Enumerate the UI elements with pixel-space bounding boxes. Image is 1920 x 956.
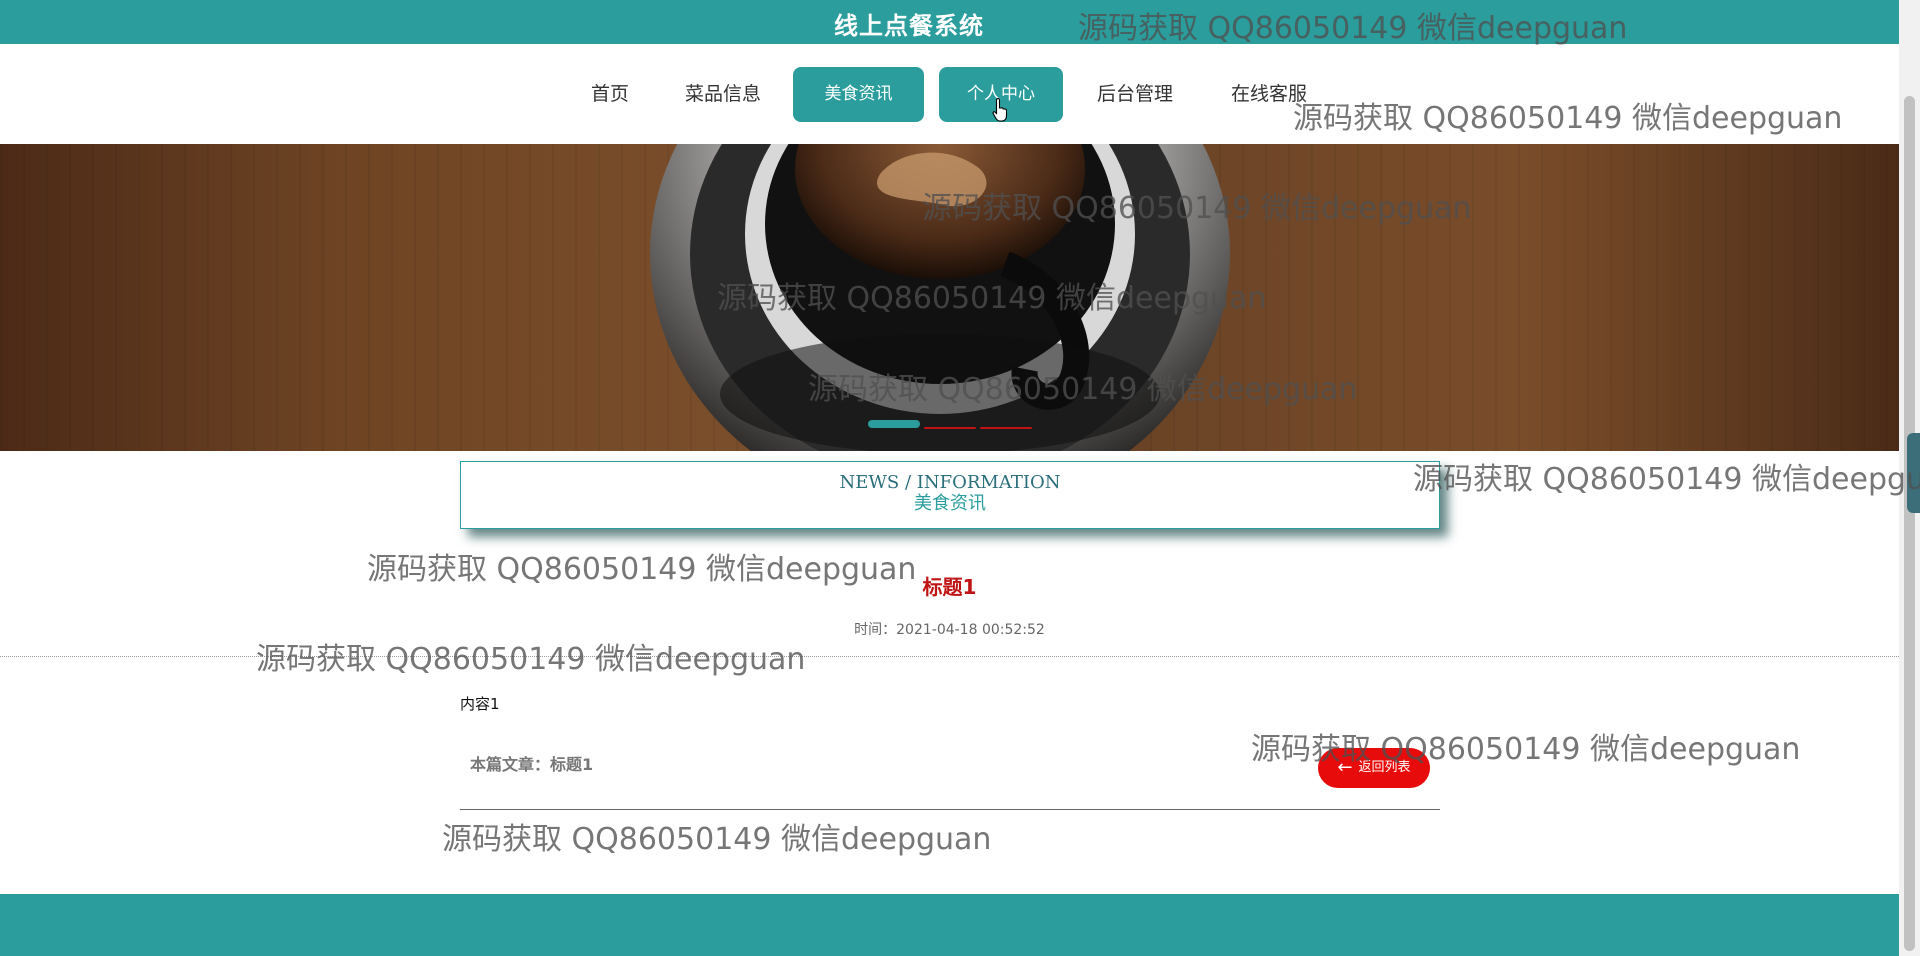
- page: 线上点餐系统 首页 菜品信息 美食资讯 个人中心 后台管理 在线客服 NEWS …: [0, 0, 1920, 956]
- footer-bar: [0, 894, 1899, 956]
- arrow-left-icon: ←: [1337, 757, 1353, 778]
- watermark-text: 源码获取 QQ86050149 微信deepguan: [1413, 462, 1920, 497]
- nav-item-dishes[interactable]: 菜品信息: [682, 67, 764, 122]
- article-title: 标题1: [922, 575, 977, 599]
- banner-coffee-image: [650, 144, 1230, 451]
- hand-cursor-icon: [992, 98, 1008, 122]
- top-header-bar: 线上点餐系统: [0, 0, 1899, 44]
- back-button-label: 返回列表: [1358, 760, 1411, 775]
- scrollbar-thumb[interactable]: [1904, 96, 1915, 951]
- article-divider-solid: [460, 809, 1440, 810]
- main-nav: 首页 菜品信息 美食资讯 个人中心 后台管理 在线客服: [0, 44, 1899, 144]
- watermark-text: 源码获取 QQ86050149 微信deepguan: [442, 822, 992, 857]
- carousel-indicator-3[interactable]: [980, 427, 1032, 429]
- this-article-label: 本篇文章：标题1: [470, 755, 594, 774]
- section-title-en: NEWS / INFORMATION: [839, 472, 1061, 493]
- carousel-indicator-1[interactable]: [868, 420, 920, 428]
- section-title-cn: 美食资讯: [914, 493, 986, 514]
- site-title: 线上点餐系统: [834, 12, 984, 40]
- article-time: 时间：2021-04-18 00:52:52: [854, 622, 1045, 638]
- nav-item-food-news[interactable]: 美食资讯: [793, 67, 924, 122]
- carousel-indicator-2[interactable]: [924, 427, 976, 429]
- nav-item-home[interactable]: 首页: [588, 67, 632, 122]
- banner-carousel: [0, 144, 1899, 451]
- nav-item-admin[interactable]: 后台管理: [1094, 67, 1176, 122]
- side-floating-widget[interactable]: [1907, 433, 1920, 513]
- article-divider-dotted: [0, 656, 1899, 657]
- section-heading: NEWS / INFORMATION 美食资讯: [460, 461, 1440, 529]
- article-content: 内容1: [460, 695, 500, 713]
- back-to-list-button[interactable]: ← 返回列表: [1318, 748, 1430, 788]
- nav-item-online-service[interactable]: 在线客服: [1228, 67, 1310, 122]
